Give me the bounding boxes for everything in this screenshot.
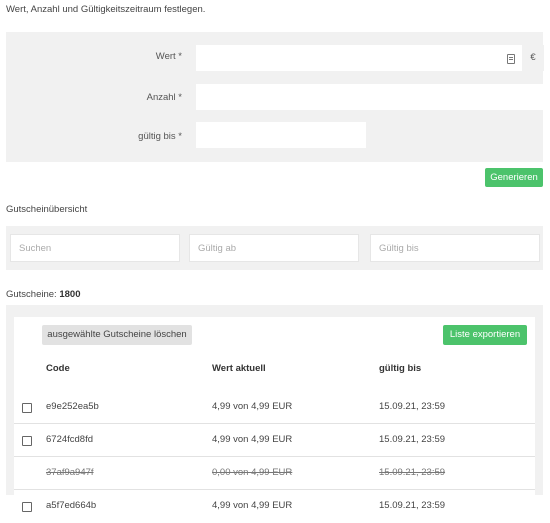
- wert-label: Wert *: [155, 51, 182, 62]
- valid-from-input[interactable]: [190, 235, 358, 261]
- valid-to-field[interactable]: [370, 234, 540, 262]
- table-row[interactable]: e9e252ea5b 4,99 von 4,99 EUR 15.09.21, 2…: [14, 391, 535, 424]
- row-value: 4,99 von 4,99 EUR: [212, 500, 293, 511]
- header-code[interactable]: Code: [46, 363, 70, 374]
- row-checkbox[interactable]: [22, 403, 32, 413]
- row-code: a5f7ed664b: [46, 500, 97, 511]
- search-field[interactable]: [10, 234, 180, 262]
- search-input[interactable]: [11, 235, 179, 261]
- intro-text: Wert, Anzahl und Gültigkeitszeitraum fes…: [6, 4, 206, 15]
- row-valid: 15.09.21, 23:59: [379, 401, 446, 412]
- header-value[interactable]: Wert aktuell: [212, 363, 266, 374]
- voucher-count: Gutscheine: 1800: [6, 289, 80, 300]
- voucher-count-label: Gutscheine:: [6, 289, 57, 300]
- voucher-table: ausgewählte Gutscheine löschen Liste exp…: [14, 317, 535, 512]
- voucher-form-panel: Wert * € Anzahl * gültig bis *: [6, 32, 544, 162]
- row-value: 4,99 von 4,99 EUR: [212, 434, 293, 445]
- voucher-count-value: 1800: [59, 289, 81, 300]
- generate-button[interactable]: Generieren: [485, 168, 543, 187]
- header-valid[interactable]: gültig bis: [379, 363, 421, 374]
- filter-panel: [6, 226, 543, 270]
- wert-input[interactable]: [196, 45, 522, 71]
- row-code: e9e252ea5b: [46, 401, 99, 412]
- row-code: 6724fcd8fd: [46, 434, 94, 445]
- row-valid: 15.09.21, 23:59: [379, 500, 446, 511]
- gueltig-bis-label: gültig bis *: [138, 131, 182, 142]
- overview-title: Gutscheinübersicht: [6, 204, 88, 215]
- anzahl-label: Anzahl *: [146, 92, 182, 103]
- table-row[interactable]: 6724fcd8fd 4,99 von 4,99 EUR 15.09.21, 2…: [14, 424, 535, 457]
- row-checkbox[interactable]: [22, 502, 32, 512]
- row-value: 4,99 von 4,99 EUR: [212, 401, 293, 412]
- delete-selected-button[interactable]: ausgewählte Gutscheine löschen: [42, 325, 192, 345]
- anzahl-input[interactable]: [196, 84, 544, 110]
- row-valid: 15.09.21, 23:59: [379, 467, 446, 478]
- row-value: 0,00 von 4,99 EUR: [212, 467, 293, 478]
- valid-to-input[interactable]: [371, 235, 539, 261]
- table-row[interactable]: 37af9a947f 0,00 von 4,99 EUR 15.09.21, 2…: [14, 457, 535, 490]
- currency-addon: €: [522, 45, 544, 71]
- calculator-icon: [507, 54, 515, 64]
- voucher-table-panel: ausgewählte Gutscheine löschen Liste exp…: [6, 305, 543, 512]
- valid-from-field[interactable]: [189, 234, 359, 262]
- gueltig-bis-input[interactable]: [196, 122, 366, 148]
- row-checkbox[interactable]: [22, 436, 32, 446]
- row-valid: 15.09.21, 23:59: [379, 434, 446, 445]
- export-list-button[interactable]: Liste exportieren: [443, 325, 527, 345]
- row-code: 37af9a947f: [46, 467, 94, 478]
